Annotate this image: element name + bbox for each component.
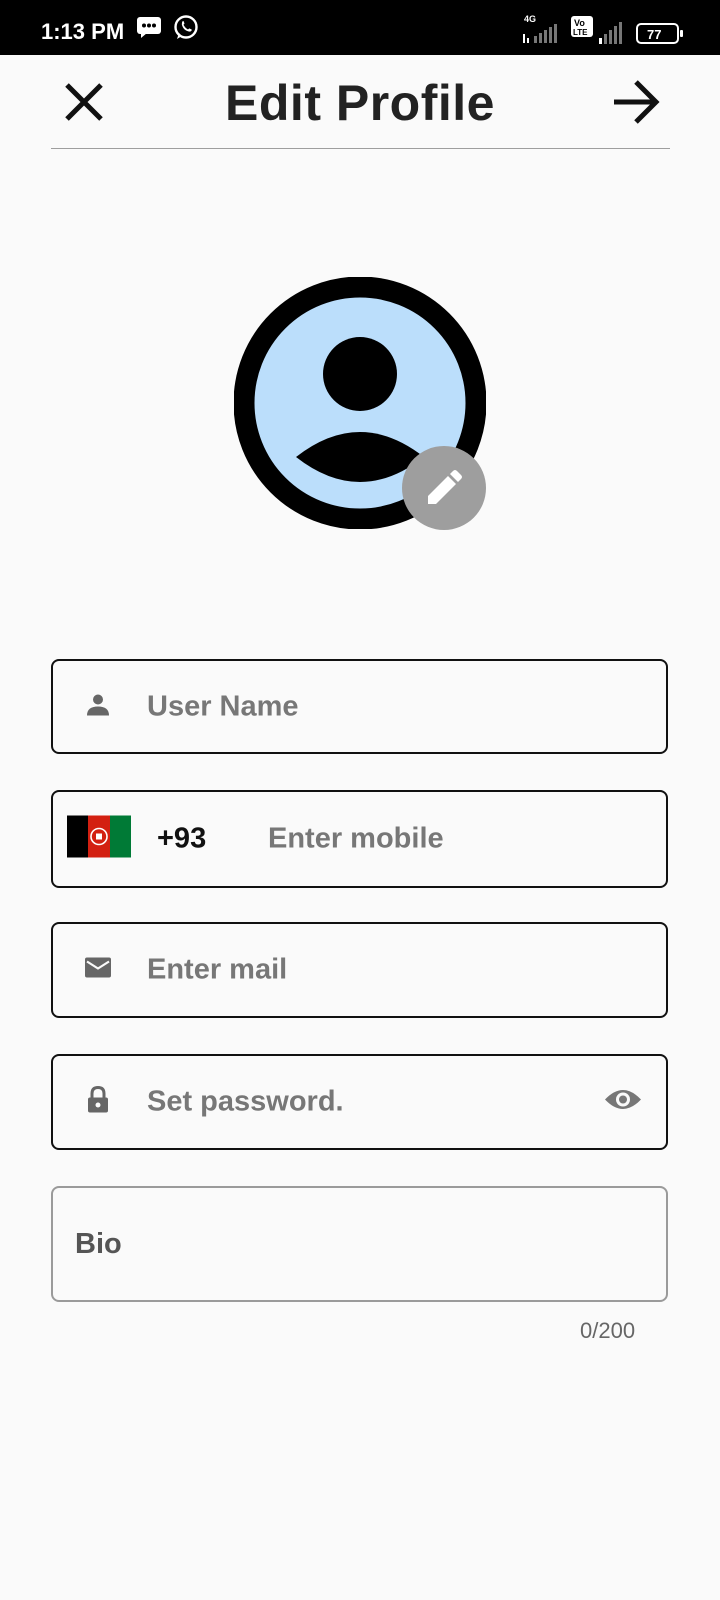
svg-text:4G: 4G xyxy=(524,14,536,24)
password-field[interactable]: Set password. xyxy=(51,1054,668,1150)
mail-icon xyxy=(84,956,112,985)
username-placeholder: User Name xyxy=(147,690,299,722)
svg-text:LTE: LTE xyxy=(573,28,588,37)
svg-text:Vo: Vo xyxy=(574,18,585,28)
whatsapp-icon xyxy=(173,15,199,46)
mobile-placeholder: Enter mobile xyxy=(268,822,444,855)
afghanistan-flag-icon[interactable] xyxy=(67,815,131,863)
volte-icon: Vo LTE xyxy=(570,14,594,47)
edit-avatar-button[interactable] xyxy=(402,446,486,530)
person-icon xyxy=(85,691,111,722)
next-button[interactable] xyxy=(608,76,664,130)
status-time: 1:13 PM xyxy=(41,19,125,44)
email-field[interactable]: Enter mail xyxy=(51,922,668,1018)
username-field[interactable]: User Name xyxy=(51,659,668,754)
pencil-icon xyxy=(428,470,462,504)
header-divider xyxy=(51,148,670,149)
svg-text:77: 77 xyxy=(647,27,661,42)
eye-icon[interactable] xyxy=(603,1087,643,1118)
status-bar: 1:13 PM 4G Vo LTE 77 xyxy=(0,0,720,55)
bio-field[interactable]: Bio xyxy=(51,1186,668,1302)
message-icon xyxy=(136,15,162,44)
signal-4g-icon: 4G xyxy=(522,12,562,51)
bio-counter: 0/200 xyxy=(580,1318,636,1343)
arrow-forward-icon xyxy=(614,80,660,124)
email-placeholder: Enter mail xyxy=(147,953,288,986)
password-placeholder: Set password. xyxy=(147,1085,344,1118)
lock-icon xyxy=(86,1085,110,1119)
bio-label: Bio xyxy=(75,1228,122,1260)
mobile-field[interactable]: +93 Enter mobile xyxy=(51,790,668,888)
signal-icon xyxy=(598,16,628,51)
country-code[interactable]: +93 xyxy=(157,823,206,856)
battery-icon: 77 xyxy=(636,23,684,50)
